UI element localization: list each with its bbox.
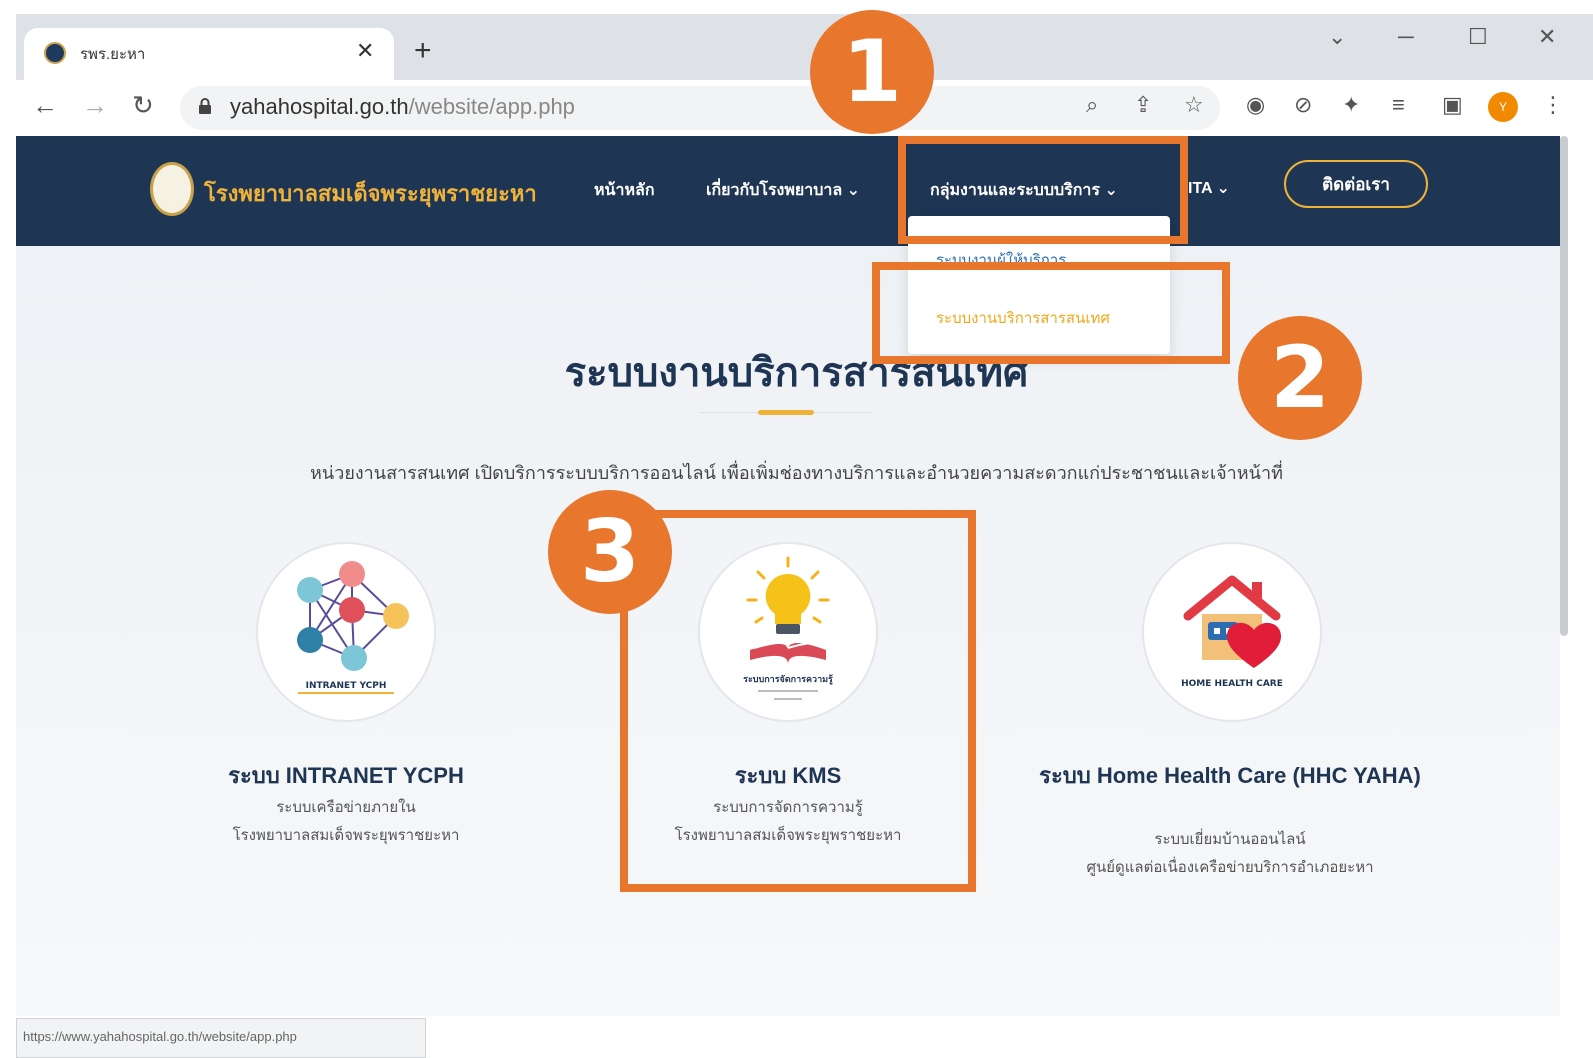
nav-about[interactable]: เกี่ยวกับโรงพยาบาล ⌄ (706, 178, 860, 203)
bookmark-star-icon[interactable]: ☆ (1184, 92, 1204, 118)
zoom-icon[interactable]: ⌕ (1086, 92, 1098, 118)
forward-icon[interactable]: → (82, 90, 108, 121)
annotation-box-3 (620, 510, 976, 892)
network-icon: INTRANET YCPH (297, 561, 409, 694)
url-host: yahahospital.go.th (230, 94, 409, 119)
nav-ita[interactable]: ITA ⌄ (1188, 178, 1230, 198)
side-panel-icon[interactable]: ▣ (1442, 92, 1463, 118)
tab-search-icon[interactable]: ⌄ (1328, 24, 1346, 50)
card-desc-hhc: ระบบเยี่ยมบ้านออนไลน์ ศูนย์ดูแลต่อเนื่อง… (1030, 826, 1430, 882)
close-window-icon[interactable]: ✕ (1538, 24, 1556, 50)
menu-kebab-icon[interactable]: ⋮ (1542, 92, 1564, 118)
chevron-down-icon: ⌄ (846, 182, 861, 199)
home-heart-icon: HOME HEALTH CARE (1181, 575, 1283, 689)
page-scrollbar[interactable] (1560, 136, 1568, 636)
reload-icon[interactable]: ↻ (132, 90, 154, 121)
section-description: หน่วยงานสารสนเทศ เปิดบริการระบบบริการออน… (310, 463, 1283, 483)
status-bar-url: https://www.yahahospital.go.th/website/a… (16, 1018, 426, 1058)
title-accent-bar (758, 410, 814, 415)
card-desc-line: โรงพยาบาลสมเด็จพระยุพราชยะหา (232, 827, 460, 844)
nav-home[interactable]: หน้าหลัก (594, 178, 655, 203)
site-favicon-icon (44, 42, 66, 64)
title-divider (814, 412, 872, 413)
close-tab-icon[interactable]: ✕ (356, 38, 374, 64)
back-icon[interactable]: ← (32, 90, 58, 121)
camera-extension-icon[interactable]: ◉ (1246, 92, 1265, 118)
annotation-box-1 (898, 136, 1188, 244)
minimize-icon[interactable]: ─ (1398, 24, 1414, 50)
card-desc-line: ระบบเครือข่ายภายใน (276, 799, 416, 816)
extensions-icon[interactable]: ✦ (1342, 92, 1360, 118)
hhc-card-logo[interactable]: HOME HEALTH CARE (1142, 542, 1322, 722)
card-title-hhc[interactable]: ระบบ Home Health Care (HHC YAHA) (1030, 758, 1430, 793)
url-path: /website/app.php (408, 94, 575, 119)
annotation-badge-3: 3 (548, 490, 672, 614)
annotation-badge-1: 1 (810, 10, 934, 134)
block-extension-icon[interactable]: ⊘ (1294, 92, 1312, 118)
nav-ita-label: ITA (1188, 180, 1212, 197)
card-title-intranet[interactable]: ระบบ INTRANET YCPH (146, 758, 546, 793)
intranet-card-logo[interactable]: INTRANET YCPH (256, 542, 436, 722)
new-tab-icon[interactable]: + (414, 34, 432, 68)
hospital-logo-icon[interactable] (150, 162, 194, 216)
card-desc-intranet: ระบบเครือข่ายภายใน โรงพยาบาลสมเด็จพระยุพ… (146, 794, 546, 850)
contact-button[interactable]: ติดต่อเรา (1284, 160, 1428, 208)
maximize-icon[interactable]: ☐ (1468, 24, 1488, 50)
url-text[interactable]: yahahospital.go.th/website/app.php (230, 94, 575, 120)
annotation-box-2 (872, 262, 1230, 364)
chevron-down-icon: ⌄ (1216, 180, 1230, 197)
site-name[interactable]: โรงพยาบาลสมเด็จพระยุพราชยะหา (204, 176, 537, 211)
media-icon[interactable]: ≡ (1392, 92, 1405, 118)
nav-about-label: เกี่ยวกับโรงพยาบาล (706, 182, 843, 199)
card-desc-line: ระบบเยี่ยมบ้านออนไลน์ (1154, 831, 1306, 848)
lock-icon (199, 98, 211, 114)
annotation-badge-2: 2 (1238, 316, 1362, 440)
hhc-logo-text: HOME HEALTH CARE (1181, 679, 1283, 689)
share-icon[interactable]: ⇪ (1134, 92, 1152, 118)
profile-avatar[interactable]: Y (1488, 92, 1518, 122)
card-desc-line: ศูนย์ดูแลต่อเนื่องเครือข่ายบริการอำเภอยะ… (1086, 859, 1374, 876)
title-divider (700, 412, 758, 413)
intranet-logo-text: INTRANET YCPH (306, 681, 387, 691)
tab-title: รพร.ยะหา (80, 46, 146, 63)
